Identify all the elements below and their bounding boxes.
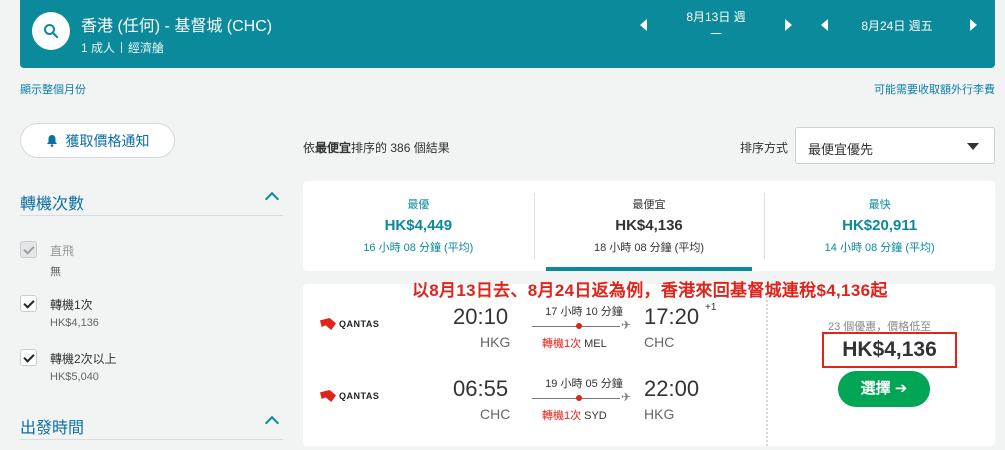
next-return-date-button[interactable] <box>970 19 977 31</box>
tab-label: 最優 <box>407 199 430 211</box>
stop-marker <box>576 323 582 329</box>
departure-airport: HKG <box>480 334 511 350</box>
tab-best[interactable]: 最優 HK$4,449 16 小時 08 分鐘 (平均) <box>303 181 534 271</box>
tab-cheapest[interactable]: 最便宜 HK$4,136 18 小時 08 分鐘 (平均) <box>533 181 765 271</box>
result-price: HK$4,136 <box>822 332 957 368</box>
airline-logo: QANTAS <box>320 389 379 403</box>
prev-return-date-button[interactable] <box>821 19 828 31</box>
separator <box>121 42 123 53</box>
show-whole-month-link[interactable]: 顯示整個月份 <box>20 81 86 97</box>
arrival-time: 22:00 <box>644 376 700 401</box>
arrival-airport: HKG <box>644 406 675 422</box>
bell-icon <box>46 135 57 147</box>
departure-time: 06:55 <box>453 376 509 401</box>
cabin-class: 經濟艙 <box>128 41 165 55</box>
caret-down-icon <box>967 143 979 150</box>
flight-duration: 19 小時 05 分鐘 <box>545 378 623 390</box>
card-divider <box>766 284 768 446</box>
tab-label: 最快 <box>868 199 891 211</box>
day-offset: +1 <box>705 302 717 313</box>
depart-time-filter-title: 出發時間 <box>20 420 85 437</box>
arrival-airport: CHC <box>644 334 675 350</box>
stopover-airport: SYD <box>584 410 607 422</box>
airline-logo: QANTAS <box>320 317 379 331</box>
stop-option-price: HK$5,040 <box>50 371 99 383</box>
flight-result-card[interactable]: QANTAS 20:10 HKG 17 小時 10 分鐘 ✈ 轉機1次 MEL 1… <box>303 284 995 446</box>
tab-label: 最便宜 <box>632 199 666 211</box>
price-alert-button[interactable]: 獲取價格通知 <box>20 123 175 158</box>
depart-date[interactable]: 8月13日 週一 <box>683 8 749 42</box>
stops-info: 轉機1次 MEL <box>542 335 607 351</box>
price-alert-label: 獲取價格通知 <box>65 132 150 149</box>
inbound-leg: QANTAS 06:55 CHC 19 小時 05 分鐘 ✈ 轉機1次 SYD 2… <box>303 373 766 423</box>
stops-info: 轉機1次 SYD <box>542 407 607 423</box>
tab-duration: 16 小時 08 分鐘 (平均) <box>363 242 474 254</box>
search-icon <box>44 24 59 39</box>
stopover-airport: MEL <box>584 338 607 350</box>
tab-price: HK$4,136 <box>615 217 683 234</box>
depart-time-filter-header[interactable]: 出發時間 <box>20 414 283 440</box>
departure-airport: CHC <box>480 406 511 422</box>
kangaroo-icon <box>320 318 336 330</box>
return-date[interactable]: 8月24日 週五 <box>861 17 933 34</box>
stop-option-price: HK$4,136 <box>50 317 99 329</box>
sort-dropdown[interactable]: 最便宜優先 <box>795 127 995 164</box>
passenger-count: 1 成人 <box>81 41 116 55</box>
nonstop-checkbox <box>20 241 37 258</box>
depart-date-nav: 8月13日 週一 <box>640 0 792 50</box>
prev-depart-date-button[interactable] <box>640 19 647 31</box>
stops-filter-header[interactable]: 轉機次數 <box>20 190 283 216</box>
sort-tabs: 最優 HK$4,449 16 小時 08 分鐘 (平均) 最便宜 HK$4,13… <box>303 181 995 271</box>
tab-duration: 14 小時 08 分鐘 (平均) <box>824 242 935 254</box>
result-count-prefix: 依 <box>303 141 316 155</box>
departure-time: 20:10 <box>453 304 509 329</box>
flight-duration: 17 小時 10 分鐘 <box>545 306 623 318</box>
stop-option-price: 無 <box>50 266 61 278</box>
chevron-up-icon[interactable] <box>264 415 280 431</box>
stop-count: 轉機1次 <box>542 410 582 422</box>
tab-price: HK$4,449 <box>384 217 453 234</box>
search-button[interactable] <box>32 12 70 50</box>
tab-fastest[interactable]: 最快 HK$20,911 14 小時 08 分鐘 (平均) <box>764 181 995 271</box>
promo-annotation: 以8月13日去、8月24日返為例，香港來回基督城連稅$4,136起 <box>412 281 888 300</box>
result-count-sort: 最便宜 <box>315 141 352 155</box>
stop-option-label: 轉機1次 <box>50 298 93 312</box>
tab-duration: 18 小時 08 分鐘 (平均) <box>593 242 705 254</box>
sort-label: 排序方式 <box>740 141 789 155</box>
airline-name: QANTAS <box>339 319 380 329</box>
plane-icon: ✈ <box>621 390 632 404</box>
baggage-fees-link[interactable]: 可能需要收取額外行李費 <box>874 81 995 97</box>
kangaroo-icon <box>320 390 336 402</box>
route-title: 香港 (任何) - 基督城 (CHC) <box>81 18 273 35</box>
search-summary-bar[interactable]: 香港 (任何) - 基督城 (CHC) 1 成人 經濟艙 8月13日 週一 8月2… <box>20 0 995 68</box>
chevron-up-icon[interactable] <box>264 191 280 207</box>
stop-count: 轉機1次 <box>542 338 582 350</box>
one-stop-checkbox[interactable] <box>20 295 37 312</box>
two-plus-stops-checkbox[interactable] <box>20 349 37 366</box>
plane-icon: ✈ <box>621 318 632 332</box>
passenger-cabin-info: 1 成人 經濟艙 <box>81 39 164 56</box>
stop-option-label: 直飛 <box>50 244 75 258</box>
next-depart-date-button[interactable] <box>785 19 792 31</box>
outbound-leg: QANTAS 20:10 HKG 17 小時 10 分鐘 ✈ 轉機1次 MEL 1… <box>303 301 766 351</box>
result-count: 依最便宜排序的 386 個結果 <box>303 139 450 156</box>
return-date-nav: 8月24日 週五 <box>821 0 977 50</box>
airline-name: QANTAS <box>339 391 380 401</box>
arrival-time: 17:20 <box>644 304 700 329</box>
sort-value: 最便宜優先 <box>808 142 874 157</box>
stop-option-label: 轉機2次以上 <box>50 352 117 366</box>
result-count-suffix: 排序的 386 個結果 <box>351 141 450 155</box>
select-button[interactable]: 選擇 ➔ <box>838 371 930 407</box>
stops-filter-title: 轉機次數 <box>20 196 85 213</box>
tab-price: HK$20,911 <box>842 217 918 234</box>
stop-marker <box>576 395 582 401</box>
